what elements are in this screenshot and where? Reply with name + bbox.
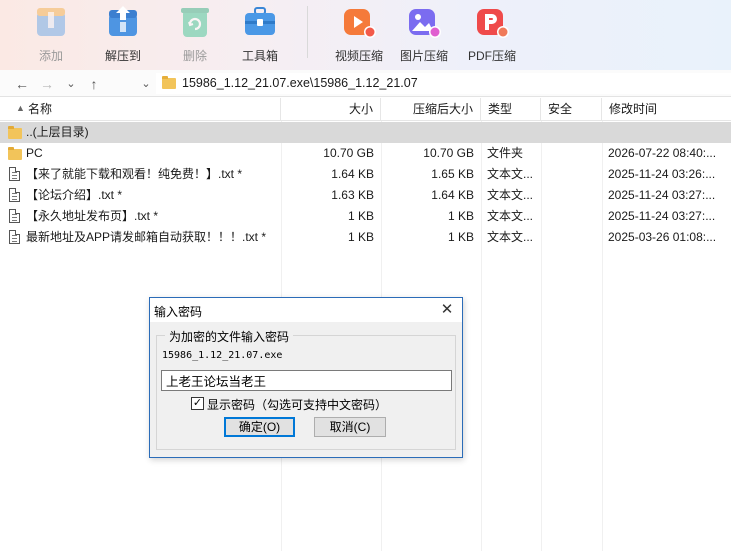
- back-arrow-icon[interactable]: ←: [12, 74, 32, 94]
- image-compress-icon: [409, 9, 441, 38]
- password-group: 为加密的文件输入密码 15986_1.12_21.07.exe ✓ 显示密码（勾…: [156, 328, 456, 450]
- close-icon[interactable]: ✕: [438, 301, 456, 319]
- add-archive-icon: [37, 8, 65, 36]
- text-file-icon: [9, 167, 20, 181]
- row-modified: 2025-11-24 03:27:...: [608, 209, 716, 223]
- table-row[interactable]: PC 10.70 GB 10.70 GB 文件夹 2026-07-22 08:4…: [0, 143, 731, 164]
- image-compress-button[interactable]: 图片压缩: [394, 0, 454, 70]
- table-row-parent-dir[interactable]: ..(上层目录): [0, 122, 731, 143]
- row-name: ..(上层目录): [26, 125, 89, 139]
- row-type: 文本文...: [487, 230, 534, 244]
- row-size: 1.64 KB: [331, 167, 374, 181]
- image-compress-button-label: 图片压缩: [399, 49, 448, 63]
- row-size: 1.63 KB: [331, 188, 374, 202]
- row-packed-size: 1.64 KB: [431, 188, 474, 202]
- toolbox-button-label: 工具箱: [241, 49, 278, 63]
- column-header: ▲ 名称 大小 压缩后大小 类型 安全 修改时间: [0, 98, 731, 121]
- show-password-checkbox[interactable]: ✓: [191, 397, 204, 410]
- up-arrow-icon[interactable]: ↑: [84, 74, 104, 94]
- text-file-icon: [9, 188, 20, 202]
- row-type: 文本文...: [487, 167, 534, 181]
- column-packed-size[interactable]: 压缩后大小: [381, 98, 481, 121]
- row-modified: 2025-03-26 01:08:...: [608, 230, 717, 244]
- row-name: 【论坛介绍】.txt *: [26, 188, 123, 202]
- toolbox-button[interactable]: 工具箱: [230, 0, 290, 70]
- row-size: 1 KB: [347, 230, 374, 244]
- pdf-compress-button[interactable]: PDF压缩: [462, 0, 522, 70]
- column-type[interactable]: 类型: [481, 98, 541, 121]
- path-text: 15986_1.12_21.07.exe\15986_1.12_21.07: [182, 76, 418, 90]
- add-button-label: 添加: [38, 49, 63, 63]
- row-size: 10.70 GB: [323, 146, 374, 160]
- history-dropdown-icon[interactable]: ⌄: [61, 74, 81, 94]
- dialog-title: 输入密码: [154, 305, 203, 319]
- table-row[interactable]: 最新地址及APP请发邮箱自动获取！！！.txt * 1 KB 1 KB 文本文.…: [0, 227, 731, 248]
- address-bar: ← → ⌄ ↑ ⌄ 15986_1.12_21.07.exe\15986_1.1…: [0, 70, 731, 97]
- cancel-button[interactable]: 取消(C): [314, 417, 386, 437]
- delete-button[interactable]: 删除: [165, 0, 225, 70]
- text-file-icon: [9, 230, 20, 244]
- row-packed-size: 10.70 GB: [423, 146, 474, 160]
- extract-to-button-label: 解压到: [104, 49, 141, 63]
- dialog-titlebar[interactable]: 输入密码 ✕: [150, 298, 462, 322]
- folder-icon: [162, 76, 176, 89]
- row-type: 文本文...: [487, 209, 534, 223]
- show-password-label: 显示密码（勾选可支持中文密码）: [207, 398, 388, 412]
- table-row[interactable]: 【论坛介绍】.txt * 1.63 KB 1.64 KB 文本文... 2025…: [0, 185, 731, 206]
- row-modified: 2026-07-22 08:40:...: [608, 146, 717, 160]
- folder-icon: [8, 147, 22, 160]
- row-name: 最新地址及APP请发邮箱自动获取！！！.txt *: [26, 230, 267, 244]
- group-label: 为加密的文件输入密码: [165, 328, 294, 345]
- column-modified[interactable]: 修改时间: [602, 98, 731, 121]
- add-button[interactable]: 添加: [21, 0, 81, 70]
- ok-button[interactable]: 确定(O): [224, 417, 295, 437]
- video-compress-button-label: 视频压缩: [334, 49, 383, 63]
- folder-up-icon: [8, 126, 22, 139]
- video-compress-button[interactable]: 视频压缩: [329, 0, 389, 70]
- row-packed-size: 1.65 KB: [431, 167, 474, 181]
- delete-button-label: 删除: [182, 49, 207, 63]
- forward-arrow-icon[interactable]: →: [37, 74, 57, 94]
- column-size[interactable]: 大小: [281, 98, 381, 121]
- video-compress-icon: [344, 9, 376, 38]
- archive-filename: 15986_1.12_21.07.exe: [162, 350, 283, 361]
- row-packed-size: 1 KB: [447, 230, 474, 244]
- toolbar-separator: [307, 6, 308, 58]
- column-security[interactable]: 安全: [541, 98, 602, 121]
- password-dialog: 输入密码 ✕ 为加密的文件输入密码 15986_1.12_21.07.exe ✓…: [149, 297, 463, 458]
- password-input[interactable]: [161, 370, 452, 391]
- pdf-compress-button-label: PDF压缩: [467, 49, 516, 63]
- row-name: 【永久地址发布页】.txt *: [26, 209, 159, 223]
- delete-recycle-icon: [181, 8, 209, 37]
- toolbox-icon: [245, 7, 275, 35]
- row-type: 文本文...: [487, 188, 534, 202]
- text-file-icon: [9, 209, 20, 223]
- row-modified: 2025-11-24 03:27:...: [608, 188, 716, 202]
- row-name: PC: [26, 146, 43, 160]
- column-name[interactable]: 名称: [0, 98, 281, 121]
- table-row[interactable]: 【永久地址发布页】.txt * 1 KB 1 KB 文本文... 2025-11…: [0, 206, 731, 227]
- path-field[interactable]: 15986_1.12_21.07.exe\15986_1.12_21.07: [156, 73, 731, 94]
- row-type: 文件夹: [487, 146, 524, 160]
- row-modified: 2025-11-24 03:26:...: [608, 167, 716, 181]
- path-dropdown-icon[interactable]: ⌄: [136, 74, 156, 94]
- extract-to-icon: [109, 6, 137, 36]
- table-row[interactable]: 【来了就能下载和观看！纯免费！】.txt * 1.64 KB 1.65 KB 文…: [0, 164, 731, 185]
- row-packed-size: 1 KB: [447, 209, 474, 223]
- row-name: 【来了就能下载和观看！纯免费！】.txt *: [26, 167, 243, 181]
- toolbar: 添加 解压到 删除 工具箱 视频压缩 图片压缩 PDF压缩: [0, 0, 731, 70]
- extract-to-button[interactable]: 解压到: [93, 0, 153, 70]
- row-size: 1 KB: [347, 209, 374, 223]
- pdf-compress-icon: [477, 9, 509, 38]
